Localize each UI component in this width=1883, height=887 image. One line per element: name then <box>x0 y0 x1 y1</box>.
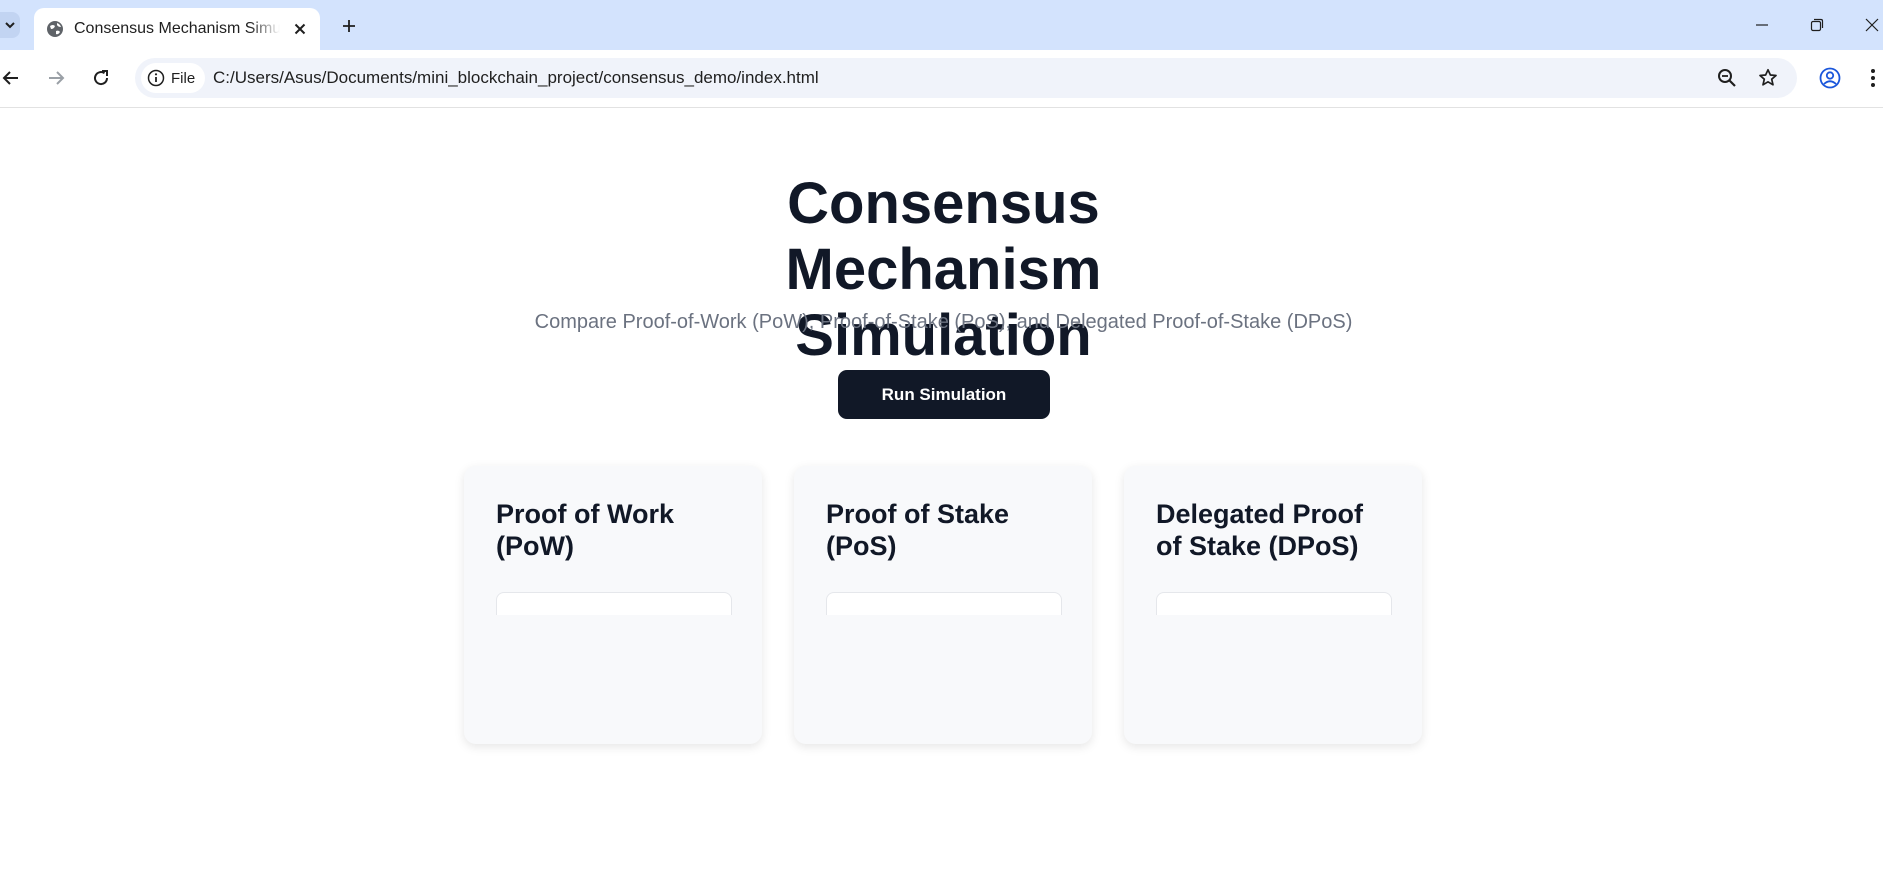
run-simulation-button[interactable]: Run Simulation <box>838 370 1050 419</box>
arrow-right-icon <box>49 71 65 85</box>
arrow-left-icon <box>2 71 18 85</box>
dpos-card: Delegated Proof of Stake (DPoS) <box>1124 466 1422 744</box>
back-button[interactable] <box>0 63 26 93</box>
close-icon <box>1865 18 1879 32</box>
tab-title: Consensus Mechanism Simulation <box>74 20 280 37</box>
chevron-down-icon <box>5 22 15 29</box>
reload-button[interactable] <box>86 63 116 93</box>
plus-icon <box>343 20 355 32</box>
reload-icon <box>94 70 109 86</box>
close-icon <box>294 23 306 35</box>
forward-button[interactable] <box>41 63 71 93</box>
new-tab-button[interactable] <box>336 13 362 39</box>
tab-active[interactable]: Consensus Mechanism Simulation <box>34 8 320 50</box>
restore-button[interactable] <box>1797 10 1837 40</box>
address-bar[interactable]: File C:/Users/Asus/Documents/mini_blockc… <box>135 58 1797 98</box>
zoom-out-icon <box>1718 69 1736 87</box>
zoom-button[interactable] <box>1716 67 1738 89</box>
profile-button[interactable] <box>1816 64 1844 92</box>
pow-card: Proof of Work (PoW) <box>464 466 762 744</box>
pos-result-box <box>826 592 1062 615</box>
page-content: Consensus Mechanism Simulation Compare P… <box>0 108 1883 887</box>
star-icon <box>1759 68 1777 86</box>
site-info-label: File <box>171 69 196 87</box>
site-info-chip[interactable]: File <box>141 63 206 93</box>
dpos-card-title: Delegated Proof of Stake (DPoS) <box>1156 499 1364 561</box>
dpos-result-box <box>1156 592 1392 615</box>
restore-icon <box>1810 18 1824 32</box>
close-window-button[interactable] <box>1852 10 1883 40</box>
minimize-button[interactable] <box>1742 10 1782 40</box>
page-title: Consensus Mechanism Simulation <box>785 171 1102 368</box>
tab-search-button[interactable] <box>0 12 20 38</box>
info-icon <box>147 69 165 87</box>
pow-result-box <box>496 592 732 615</box>
pos-card: Proof of Stake (PoS) <box>794 466 1092 744</box>
profile-icon <box>1819 67 1841 89</box>
pos-card-title: Proof of Stake (PoS) <box>826 499 1010 561</box>
tab-strip: Consensus Mechanism Simulation <box>0 0 1883 50</box>
pow-card-title: Proof of Work (PoW) <box>496 499 674 561</box>
browser-toolbar: File C:/Users/Asus/Documents/mini_blockc… <box>0 50 1883 108</box>
bookmark-button[interactable] <box>1757 67 1779 89</box>
tab-close-button[interactable] <box>290 19 310 39</box>
page-subtitle: Compare Proof-of-Work (PoW), Proof-of-St… <box>534 311 1353 333</box>
menu-button[interactable] <box>1863 64 1883 92</box>
minimize-icon <box>1756 24 1768 26</box>
globe-icon <box>47 21 63 37</box>
kebab-menu-icon <box>1871 69 1875 87</box>
url-text[interactable]: C:/Users/Asus/Documents/mini_blockchain_… <box>213 68 819 88</box>
